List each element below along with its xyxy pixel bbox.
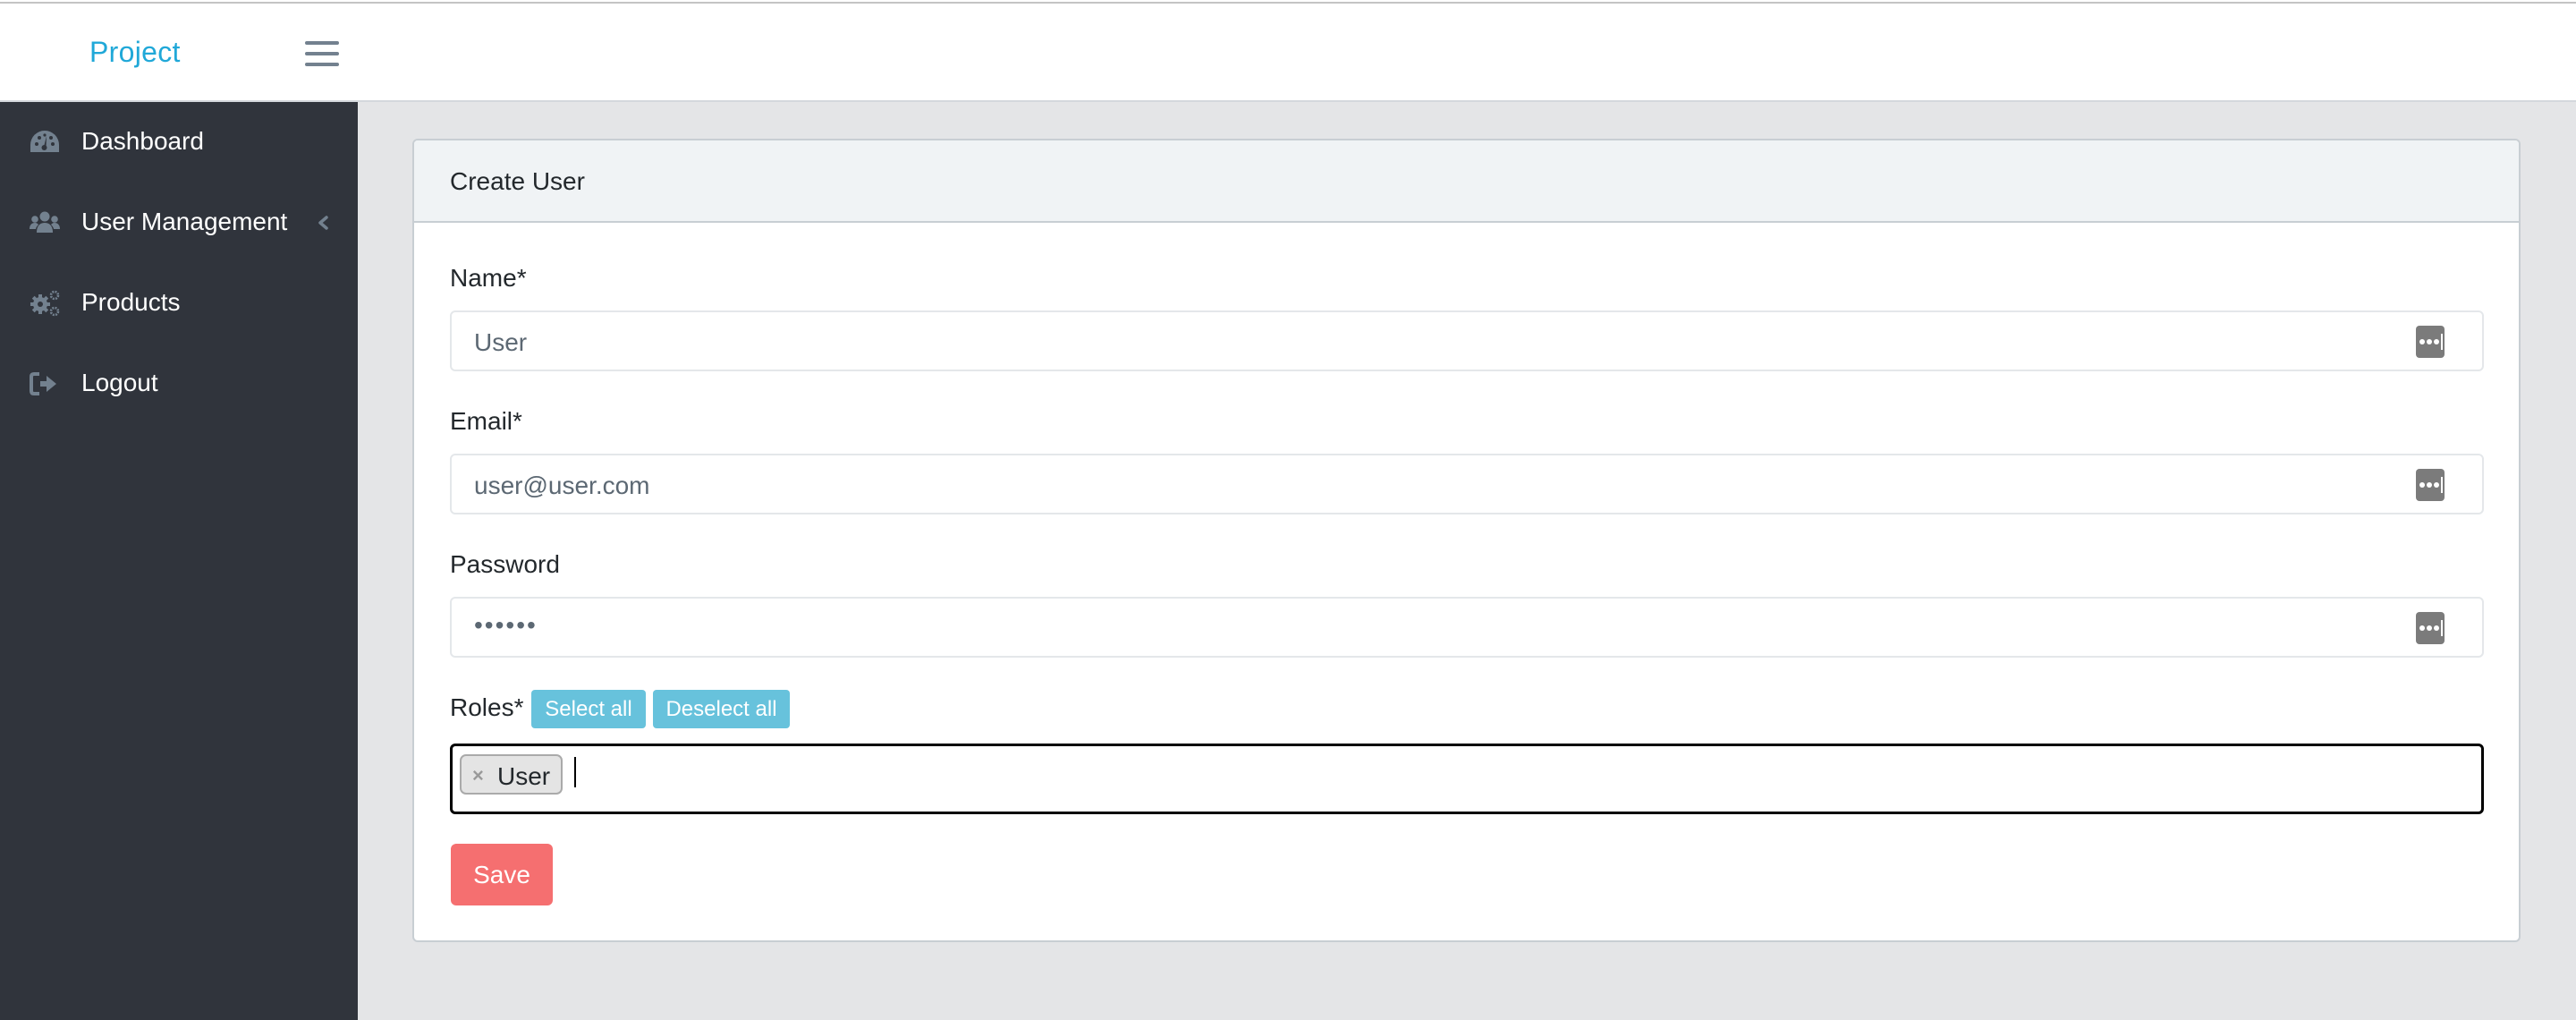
sidebar-item-label: User Management xyxy=(81,208,288,235)
remove-tag-icon[interactable]: × xyxy=(472,764,484,787)
sidebar-item-user-management[interactable]: User Management xyxy=(0,183,358,263)
card-header: Create User xyxy=(414,140,2519,223)
password-field[interactable]: •••••• xyxy=(450,597,2484,658)
email-field-value: user@user.com xyxy=(474,472,650,499)
hamburger-icon-bar xyxy=(305,41,339,45)
sidebar-item-label: Logout xyxy=(81,369,158,396)
create-user-card: Create User Name* User Email* user@user.… xyxy=(412,139,2521,942)
roles-label: Roles* xyxy=(450,693,524,721)
hamburger-icon-bar xyxy=(305,63,339,66)
sidebar-toggle-button[interactable] xyxy=(304,39,340,68)
sidebar: Dashboard User Management Products Logou… xyxy=(0,102,358,1020)
sidebar-item-dashboard[interactable]: Dashboard xyxy=(0,102,358,183)
users-icon xyxy=(30,211,60,233)
password-manager-icon[interactable] xyxy=(2416,612,2445,644)
name-field[interactable]: User xyxy=(450,310,2484,371)
tag-label: User xyxy=(497,762,551,790)
text-cursor xyxy=(574,757,576,787)
cogs-icon xyxy=(30,290,60,317)
hamburger-icon-bar xyxy=(305,52,339,55)
password-label: Password xyxy=(450,550,560,578)
sidebar-item-label: Products xyxy=(81,288,181,316)
name-label: Name* xyxy=(450,264,527,292)
password-field-value: •••••• xyxy=(474,611,538,639)
brand-logo[interactable]: Project xyxy=(89,36,181,69)
sidebar-item-products[interactable]: Products xyxy=(0,263,358,344)
selected-role-tag: × User xyxy=(460,754,563,795)
password-manager-icon[interactable] xyxy=(2416,326,2445,358)
sidebar-item-label: Dashboard xyxy=(81,127,204,155)
password-manager-icon[interactable] xyxy=(2416,469,2445,501)
roles-multiselect[interactable]: × User xyxy=(450,744,2484,814)
select-all-button[interactable]: Select all xyxy=(531,690,646,728)
chevron-left-icon[interactable] xyxy=(317,216,329,230)
email-label: Email* xyxy=(450,407,522,435)
dashboard-gauge-icon xyxy=(30,131,59,152)
sidebar-item-logout[interactable]: Logout xyxy=(0,344,358,424)
deselect-all-button[interactable]: Deselect all xyxy=(653,690,790,728)
card-title: Create User xyxy=(450,167,585,195)
email-field[interactable]: user@user.com xyxy=(450,454,2484,514)
name-field-value: User xyxy=(474,328,528,356)
save-button[interactable]: Save xyxy=(451,844,553,905)
top-navbar: Project xyxy=(0,4,2576,102)
sign-out-icon xyxy=(30,372,56,395)
